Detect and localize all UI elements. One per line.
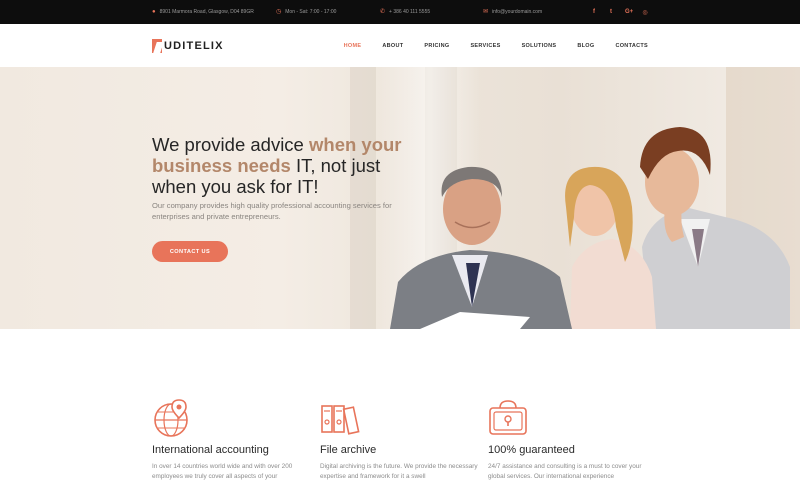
email-text[interactable]: info@yourdomain.com (492, 9, 542, 15)
site-logo[interactable]: UDITELIX (152, 38, 224, 53)
business-people-image (390, 127, 790, 329)
nav-item-blog[interactable]: BLOG (577, 43, 594, 49)
nav-item-solutions[interactable]: SOLUTIONS (522, 43, 557, 49)
location-pin-icon: ● (152, 9, 156, 15)
address-text: 8901 Marmora Road, Glasgow, D04 89GR (159, 9, 254, 15)
binders-icon (321, 405, 360, 435)
hero-subtitle: Our company provides high quality profes… (152, 201, 392, 221)
feature-file-archive: File archive Digital archiving is the fu… (320, 398, 480, 480)
nav-item-contacts[interactable]: CONTACTS (615, 43, 648, 49)
contact-us-button[interactable]: CONTACT US (152, 241, 228, 262)
headline-part: when you ask for IT! (152, 176, 319, 197)
logo-text: UDITELIX (164, 39, 224, 52)
hero-headline: We provide advice when your business nee… (152, 134, 422, 197)
feature-text: Digital archiving is the future. We prov… (320, 463, 478, 480)
feature-guaranteed: 100% guaranteed 24/7 assistance and cons… (488, 398, 648, 480)
background-pillar (350, 67, 376, 329)
nav-item-services[interactable]: SERVICES (470, 43, 500, 49)
phone-info[interactable]: ✆ + 386 40 111 5555 (380, 0, 430, 24)
twitter-icon[interactable]: t (608, 9, 614, 15)
globe-pin-icon (154, 399, 188, 437)
google-plus-icon[interactable]: G+ (625, 9, 633, 15)
nav-item-home[interactable]: HOME (344, 43, 362, 49)
email-info[interactable]: ✉ info@yourdomain.com (483, 0, 542, 24)
feature-international-accounting: International accounting In over 14 coun… (152, 398, 312, 480)
headline-highlight: business needs (152, 155, 291, 176)
feature-title: 100% guaranteed (488, 444, 575, 456)
logo-mark-icon (152, 38, 162, 53)
envelope-icon: ✉ (483, 9, 489, 15)
clock-icon: ◷ (276, 9, 282, 15)
feature-text: 24/7 assistance and consulting is a must… (488, 463, 642, 480)
feature-text: In over 14 countries world wide and with… (152, 463, 293, 480)
phone-icon: ✆ (380, 9, 386, 15)
hours-info: ◷ Mon - Sat: 7:00 - 17:00 (276, 0, 336, 24)
headline-highlight: when your (309, 134, 402, 155)
safe-lock-icon (489, 400, 527, 435)
top-bar: ● 8901 Marmora Road, Glasgow, D04 89GR ◷… (0, 0, 800, 24)
instagram-icon[interactable]: ◎ (642, 9, 648, 16)
headline-part: IT, not just (290, 155, 381, 176)
address-info: ● 8901 Marmora Road, Glasgow, D04 89GR (152, 0, 254, 24)
primary-nav: HOME ABOUT PRICING SERVICES SOLUTIONS BL… (344, 24, 648, 67)
social-links: f t G+ ◎ (591, 0, 648, 24)
nav-item-about[interactable]: ABOUT (382, 43, 403, 49)
hours-text: Mon - Sat: 7:00 - 17:00 (285, 9, 337, 15)
feature-title: File archive (320, 444, 377, 456)
main-navbar: UDITELIX HOME ABOUT PRICING SERVICES SOL… (0, 24, 800, 67)
nav-item-pricing[interactable]: PRICING (424, 43, 449, 49)
hero-section: We provide advice when your business nee… (0, 67, 800, 329)
phone-text[interactable]: + 386 40 111 5555 (389, 9, 430, 15)
feature-title: International accounting (152, 444, 269, 456)
facebook-icon[interactable]: f (591, 9, 597, 15)
headline-part: We provide advice (152, 134, 309, 155)
